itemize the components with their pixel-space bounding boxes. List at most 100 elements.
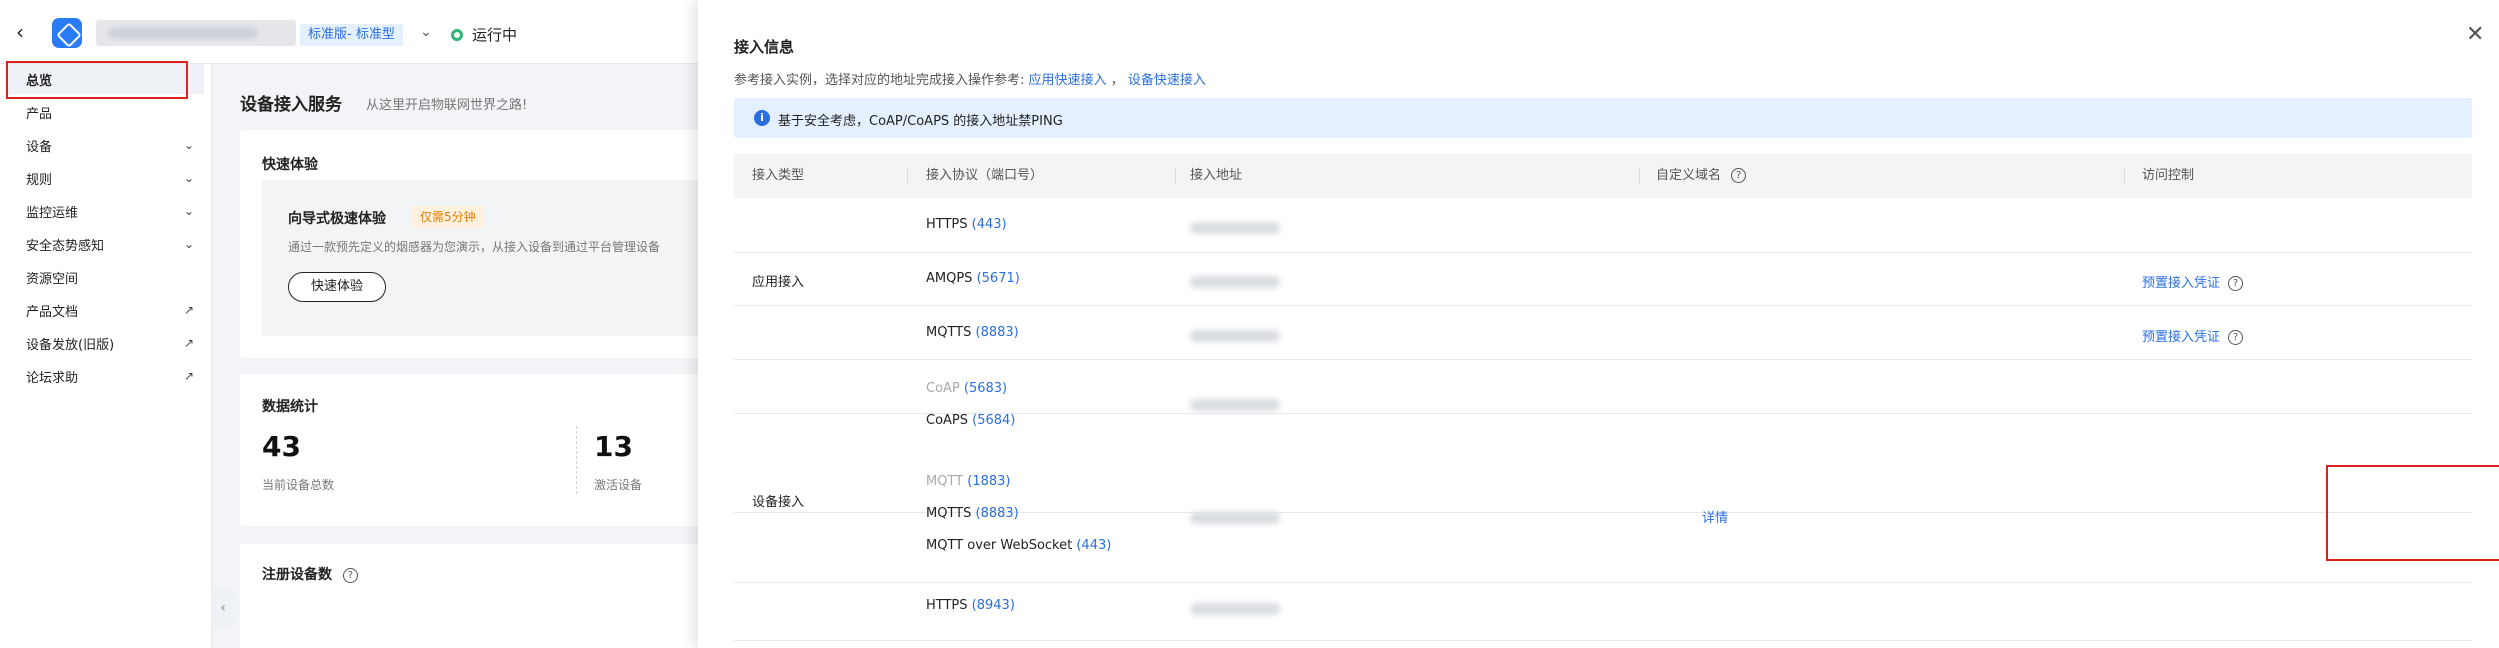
app-quick-access-link[interactable]: 应用快速接入 xyxy=(1029,73,1107,88)
sidebar-item-label: 设备 xyxy=(26,139,53,155)
column-separator xyxy=(1175,168,1176,184)
notice-text: 基于安全考虑，CoAP/CoAPS 的接入地址禁PING xyxy=(778,114,1063,129)
app-logo-icon xyxy=(52,18,82,48)
protocol-name: MQTTS xyxy=(926,506,972,521)
drawer-description-text: 参考接入实例，选择对应的地址完成接入操作参考: xyxy=(734,73,1025,88)
preset-credential-link[interactable]: 预置接入凭证? xyxy=(2142,272,2244,291)
sidebar-item[interactable]: 产品文档 ↗ xyxy=(8,295,204,325)
guide-duration-badge: 仅需5分钟 xyxy=(412,206,484,228)
protocol-port: (5684) xyxy=(972,413,1016,428)
info-icon: i xyxy=(754,110,770,126)
chevron-down-icon[interactable]: ⌄ xyxy=(420,24,432,40)
row-divider xyxy=(734,252,2472,253)
access-type-device: 设备接入 xyxy=(752,495,805,510)
external-link-icon: ↗ xyxy=(183,336,194,350)
stat-total-devices-value: 43 xyxy=(262,430,301,463)
external-link-icon: ↗ xyxy=(183,303,194,317)
security-notice: i 基于安全考虑，CoAP/CoAPS 的接入地址禁PING xyxy=(734,98,2472,138)
drawer-title: 接入信息 xyxy=(734,38,795,56)
protocol-port: (8883) xyxy=(975,506,1019,521)
status-ok-icon xyxy=(451,29,463,41)
protocol-name: MQTT over WebSocket xyxy=(926,538,1073,553)
column-header-domain: 自定义域名 ? xyxy=(1656,154,1747,198)
protocol-name: CoAPS xyxy=(926,413,969,428)
table-header: 接入类型 接入协议（端口号） 接入地址 自定义域名 ? 访问控制 xyxy=(734,154,2472,198)
quick-experience-card: 快速体验 向导式极速体验 仅需5分钟 通过一款预先定义的烟感器为您演示，从接入设… xyxy=(240,130,700,358)
help-icon[interactable]: ? xyxy=(2228,330,2244,345)
column-header-protocol: 接入协议（端口号） xyxy=(926,168,1044,183)
sidebar-item[interactable]: 监控运维 ⌄ xyxy=(8,196,204,226)
protocol-cell: MQTT over WebSocket (443) xyxy=(926,538,1111,553)
column-separator xyxy=(1639,168,1640,184)
quick-experience-button[interactable]: 快速体验 xyxy=(288,272,387,302)
device-quick-access-link[interactable]: 设备快速接入 xyxy=(1128,73,1206,88)
protocol-cell: MQTTS (8883) xyxy=(926,325,1019,340)
instance-status: 运行中 xyxy=(472,26,518,44)
edition-badge: 标准版- 标准型 xyxy=(300,24,403,46)
registered-devices-card: 注册设备数 ? xyxy=(240,544,700,648)
back-arrow-icon[interactable]: ‹ xyxy=(16,22,36,42)
sidebar-item[interactable]: 设备发放(旧版) ↗ xyxy=(8,328,204,358)
sidebar-item[interactable]: 安全态势感知 ⌄ xyxy=(8,229,204,259)
sidebar-item-label: 产品文档 xyxy=(26,304,79,320)
sidebar-item[interactable]: 产品 xyxy=(8,97,204,127)
quick-experience-title: 快速体验 xyxy=(262,157,318,173)
column-header-address: 接入地址 xyxy=(1190,168,1243,183)
access-info-drawer: 接入信息 ✕ 参考接入实例，选择对应的地址完成接入操作参考: 应用快速接入 ， … xyxy=(698,0,2499,648)
column-header-domain-label: 自定义域名 xyxy=(1656,168,1722,183)
stat-active-devices-label: 激活设备 xyxy=(594,478,643,492)
protocol-cell: HTTPS (8943) xyxy=(926,598,1015,613)
sidebar-item[interactable]: 论坛求助 ↗ xyxy=(8,361,204,391)
access-address-redacted xyxy=(1190,512,1280,524)
page-title: 设备接入服务 xyxy=(240,95,342,115)
access-type-app: 应用接入 xyxy=(752,275,805,290)
guide-title: 向导式极速体验 xyxy=(288,211,386,227)
protocol-port: (443) xyxy=(971,217,1007,232)
row-divider xyxy=(734,640,2472,641)
preset-credential-label: 预置接入凭证 xyxy=(2142,330,2221,345)
protocol-port: (5683) xyxy=(963,381,1008,396)
chevron-down-icon: ⌄ xyxy=(183,171,194,185)
sidebar-item[interactable]: 资源空间 xyxy=(8,262,204,292)
protocol-name: HTTPS xyxy=(926,217,968,232)
description-separator: ， xyxy=(1110,73,1124,88)
sidebar-item[interactable]: 规则 ⌄ xyxy=(8,163,204,193)
sidebar-item-label: 安全态势感知 xyxy=(26,238,105,254)
registered-devices-title: 注册设备数 ? xyxy=(262,564,358,584)
stat-divider xyxy=(576,426,577,494)
column-header-access-control: 访问控制 xyxy=(2142,168,2195,183)
sidebar-collapse-button[interactable]: ‹ xyxy=(213,588,233,628)
protocol-port: (1883) xyxy=(967,474,1011,489)
protocol-name: MQTT xyxy=(926,474,964,489)
chevron-down-icon: ⌄ xyxy=(183,237,194,251)
help-icon[interactable]: ? xyxy=(342,567,358,583)
registered-devices-label: 注册设备数 xyxy=(262,567,332,583)
guide-description: 通过一款预先定义的烟感器为您演示，从接入设备到通过平台管理设备 xyxy=(288,240,661,254)
access-address-redacted xyxy=(1190,603,1280,615)
statistics-title: 数据统计 xyxy=(262,399,318,415)
drawer-description: 参考接入实例，选择对应的地址完成接入操作参考: 应用快速接入 ， 设备快速接入 xyxy=(734,69,1206,88)
protocol-port: (8883) xyxy=(975,325,1019,340)
protocol-cell: AMQPS (5671) xyxy=(926,271,1020,286)
preset-credential-link[interactable]: 预置接入凭证? xyxy=(2142,326,2244,345)
external-link-icon: ↗ xyxy=(183,369,194,383)
protocol-cell: HTTPS (443) xyxy=(926,217,1007,232)
sidebar-item-label: 产品 xyxy=(26,106,53,122)
help-icon[interactable]: ? xyxy=(1731,168,1747,183)
close-icon[interactable]: ✕ xyxy=(2466,24,2484,46)
row-divider xyxy=(734,359,2472,360)
protocol-name: CoAP xyxy=(926,381,960,396)
preset-credential-label: 预置接入凭证 xyxy=(2142,276,2221,291)
stat-active-devices-value: 13 xyxy=(594,430,633,463)
chevron-down-icon: ⌄ xyxy=(183,204,194,218)
custom-domain-detail-link[interactable]: 详情 xyxy=(1702,507,1728,526)
access-address-redacted xyxy=(1190,399,1280,411)
sidebar-item[interactable]: 设备 ⌄ xyxy=(8,130,204,160)
help-icon[interactable]: ? xyxy=(2228,276,2244,291)
data-statistics-card: 数据统计 43 当前设备总数 13 激活设备 xyxy=(240,374,700,526)
protocol-cell: CoAPS (5684) xyxy=(926,413,1015,428)
protocol-port: (8943) xyxy=(971,598,1015,613)
annotation-highlight-overview xyxy=(6,61,188,99)
annotation-highlight-detail xyxy=(2326,465,2499,561)
column-separator xyxy=(907,168,908,184)
